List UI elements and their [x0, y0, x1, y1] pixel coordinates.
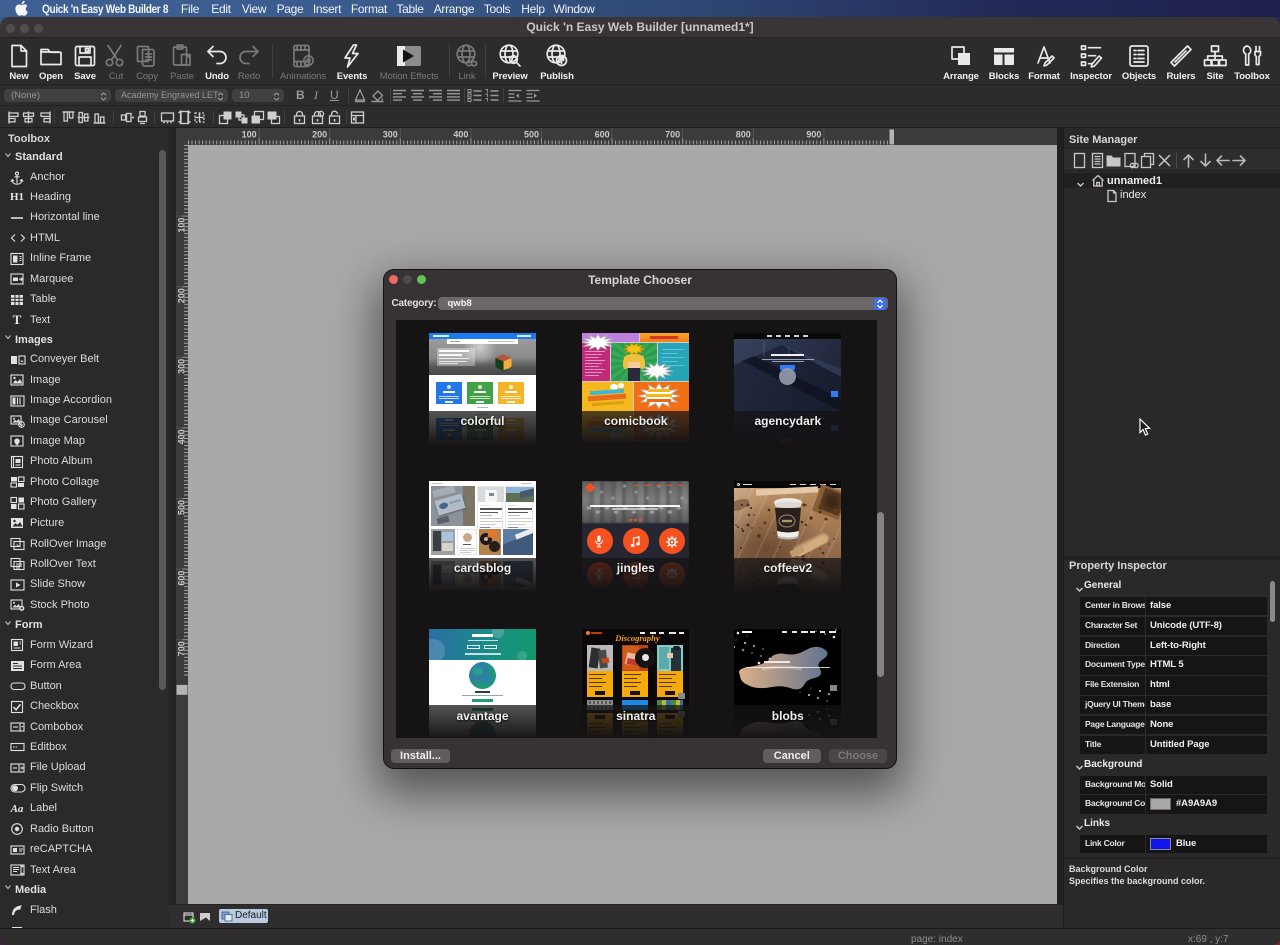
- svg-text:900: 900: [806, 130, 821, 140]
- svg-text:400: 400: [453, 130, 468, 140]
- svg-text:800: 800: [736, 130, 751, 140]
- svg-text:700: 700: [665, 130, 680, 140]
- svg-text:300: 300: [383, 130, 398, 140]
- svg-text:500: 500: [524, 130, 539, 140]
- svg-text:600: 600: [595, 130, 610, 140]
- svg-text:100: 100: [242, 130, 257, 140]
- svg-text:200: 200: [312, 130, 327, 140]
